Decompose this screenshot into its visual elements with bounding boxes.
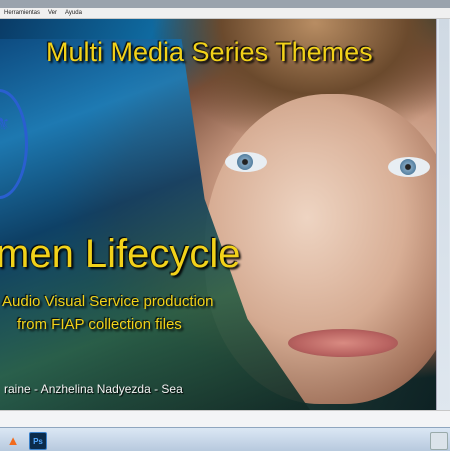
status-bar — [0, 410, 450, 428]
series-title: Multi Media Series Themes — [46, 37, 373, 67]
menu-item-herramientas[interactable]: Herramientas — [4, 10, 40, 16]
vlc-icon[interactable]: ▲ — [5, 432, 21, 448]
window-thumbnail-icon[interactable] — [430, 432, 448, 450]
window-titlebar — [0, 0, 450, 8]
image-viewer-canvas: ⚜ Multi Media Series Themes men Lifecycl… — [0, 19, 450, 414]
menu-item-ver[interactable]: Ver — [48, 10, 57, 16]
menu-item-ayuda[interactable]: Ayuda — [65, 10, 82, 16]
photo-eye-right — [388, 157, 430, 177]
photo-lips — [288, 329, 398, 357]
taskbar: ▲ Ps — [0, 427, 450, 451]
window-right-edge — [436, 19, 450, 414]
photo-eye-left — [225, 152, 267, 172]
menu-bar: Herramientas Ver Ayuda — [0, 8, 450, 19]
photoshop-icon[interactable]: Ps — [29, 432, 47, 450]
main-title: men Lifecycle — [0, 232, 241, 276]
subtitle-line-1: Audio Visual Service production — [2, 293, 214, 310]
photo-credit: raine - Anzhelina Nadyezda - Sea — [4, 382, 183, 396]
subtitle-line-2: from FIAP collection files — [17, 316, 182, 333]
